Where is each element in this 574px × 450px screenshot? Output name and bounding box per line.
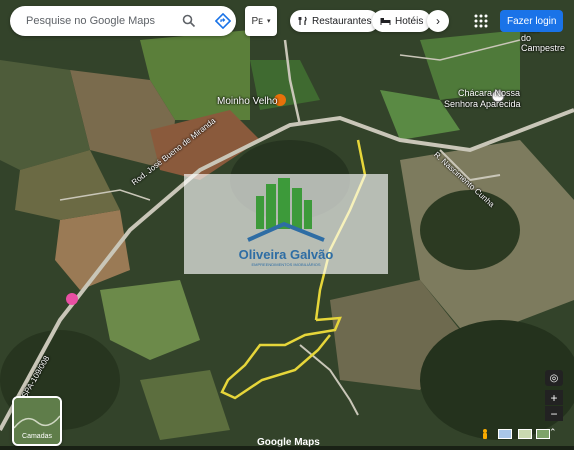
directions-button[interactable]: Pᴇ ▾: [245, 6, 277, 36]
search-icon[interactable]: [178, 10, 200, 32]
expand-up-icon[interactable]: ⌃: [549, 427, 557, 438]
attribution-strip: [0, 446, 574, 450]
imagery-thumbnail[interactable]: [498, 429, 512, 439]
place-label-chacara-1[interactable]: Chácara Nossa: [458, 88, 520, 98]
top-toolbar: Pᴇ ▾ Restaurantes Hotéis › Fazer login: [0, 6, 574, 36]
search-box: [10, 6, 236, 36]
pegman-icon[interactable]: [480, 427, 490, 439]
zoom-in-button[interactable]: +: [545, 390, 563, 405]
forest-area: [420, 190, 520, 270]
chip-restaurants[interactable]: Restaurantes: [290, 10, 380, 32]
layers-button[interactable]: Camadas: [12, 396, 62, 446]
location-button[interactable]: ◎: [545, 370, 563, 386]
building-logo: [247, 178, 325, 242]
bed-icon: [380, 18, 391, 25]
brand-watermark: Oliveira Galvão EMPREENDIMENTOS IMOBILIÁ…: [184, 174, 388, 274]
directions-icon[interactable]: [212, 10, 234, 32]
chips-next-button[interactable]: ›: [427, 10, 449, 32]
fork-knife-icon: [298, 16, 307, 25]
target-icon: ◎: [549, 372, 559, 384]
imagery-thumbnail[interactable]: [518, 429, 532, 439]
imagery-thumbnail[interactable]: [536, 429, 550, 439]
directions-button-label: Pᴇ: [251, 15, 264, 27]
plus-icon: +: [550, 390, 558, 405]
chevron-right-icon: ›: [436, 14, 440, 28]
place-label-chacara-2[interactable]: Senhora Aparecida: [444, 99, 521, 109]
zoom-out-button[interactable]: −: [545, 406, 563, 421]
search-input[interactable]: [24, 14, 178, 28]
layers-label: Camadas: [22, 433, 52, 440]
brand-name: Oliveira Galvão: [238, 247, 334, 262]
chevron-down-icon: ▾: [267, 18, 271, 25]
chip-restaurants-label: Restaurantes: [312, 15, 372, 27]
shop-marker[interactable]: [66, 293, 78, 305]
minus-icon: −: [550, 406, 558, 421]
chip-hotels[interactable]: Hotéis: [372, 10, 432, 32]
chip-hotels-label: Hotéis: [395, 15, 424, 27]
apps-grid-icon[interactable]: [470, 10, 492, 32]
place-label-estiva-2[interactable]: do Campestre: [521, 33, 574, 53]
place-label-moinho[interactable]: Moinho Velho: [217, 96, 278, 107]
brand-tagline: EMPREENDIMENTOS IMOBILIÁRIOS: [251, 262, 321, 267]
login-button[interactable]: Fazer login: [500, 10, 564, 32]
